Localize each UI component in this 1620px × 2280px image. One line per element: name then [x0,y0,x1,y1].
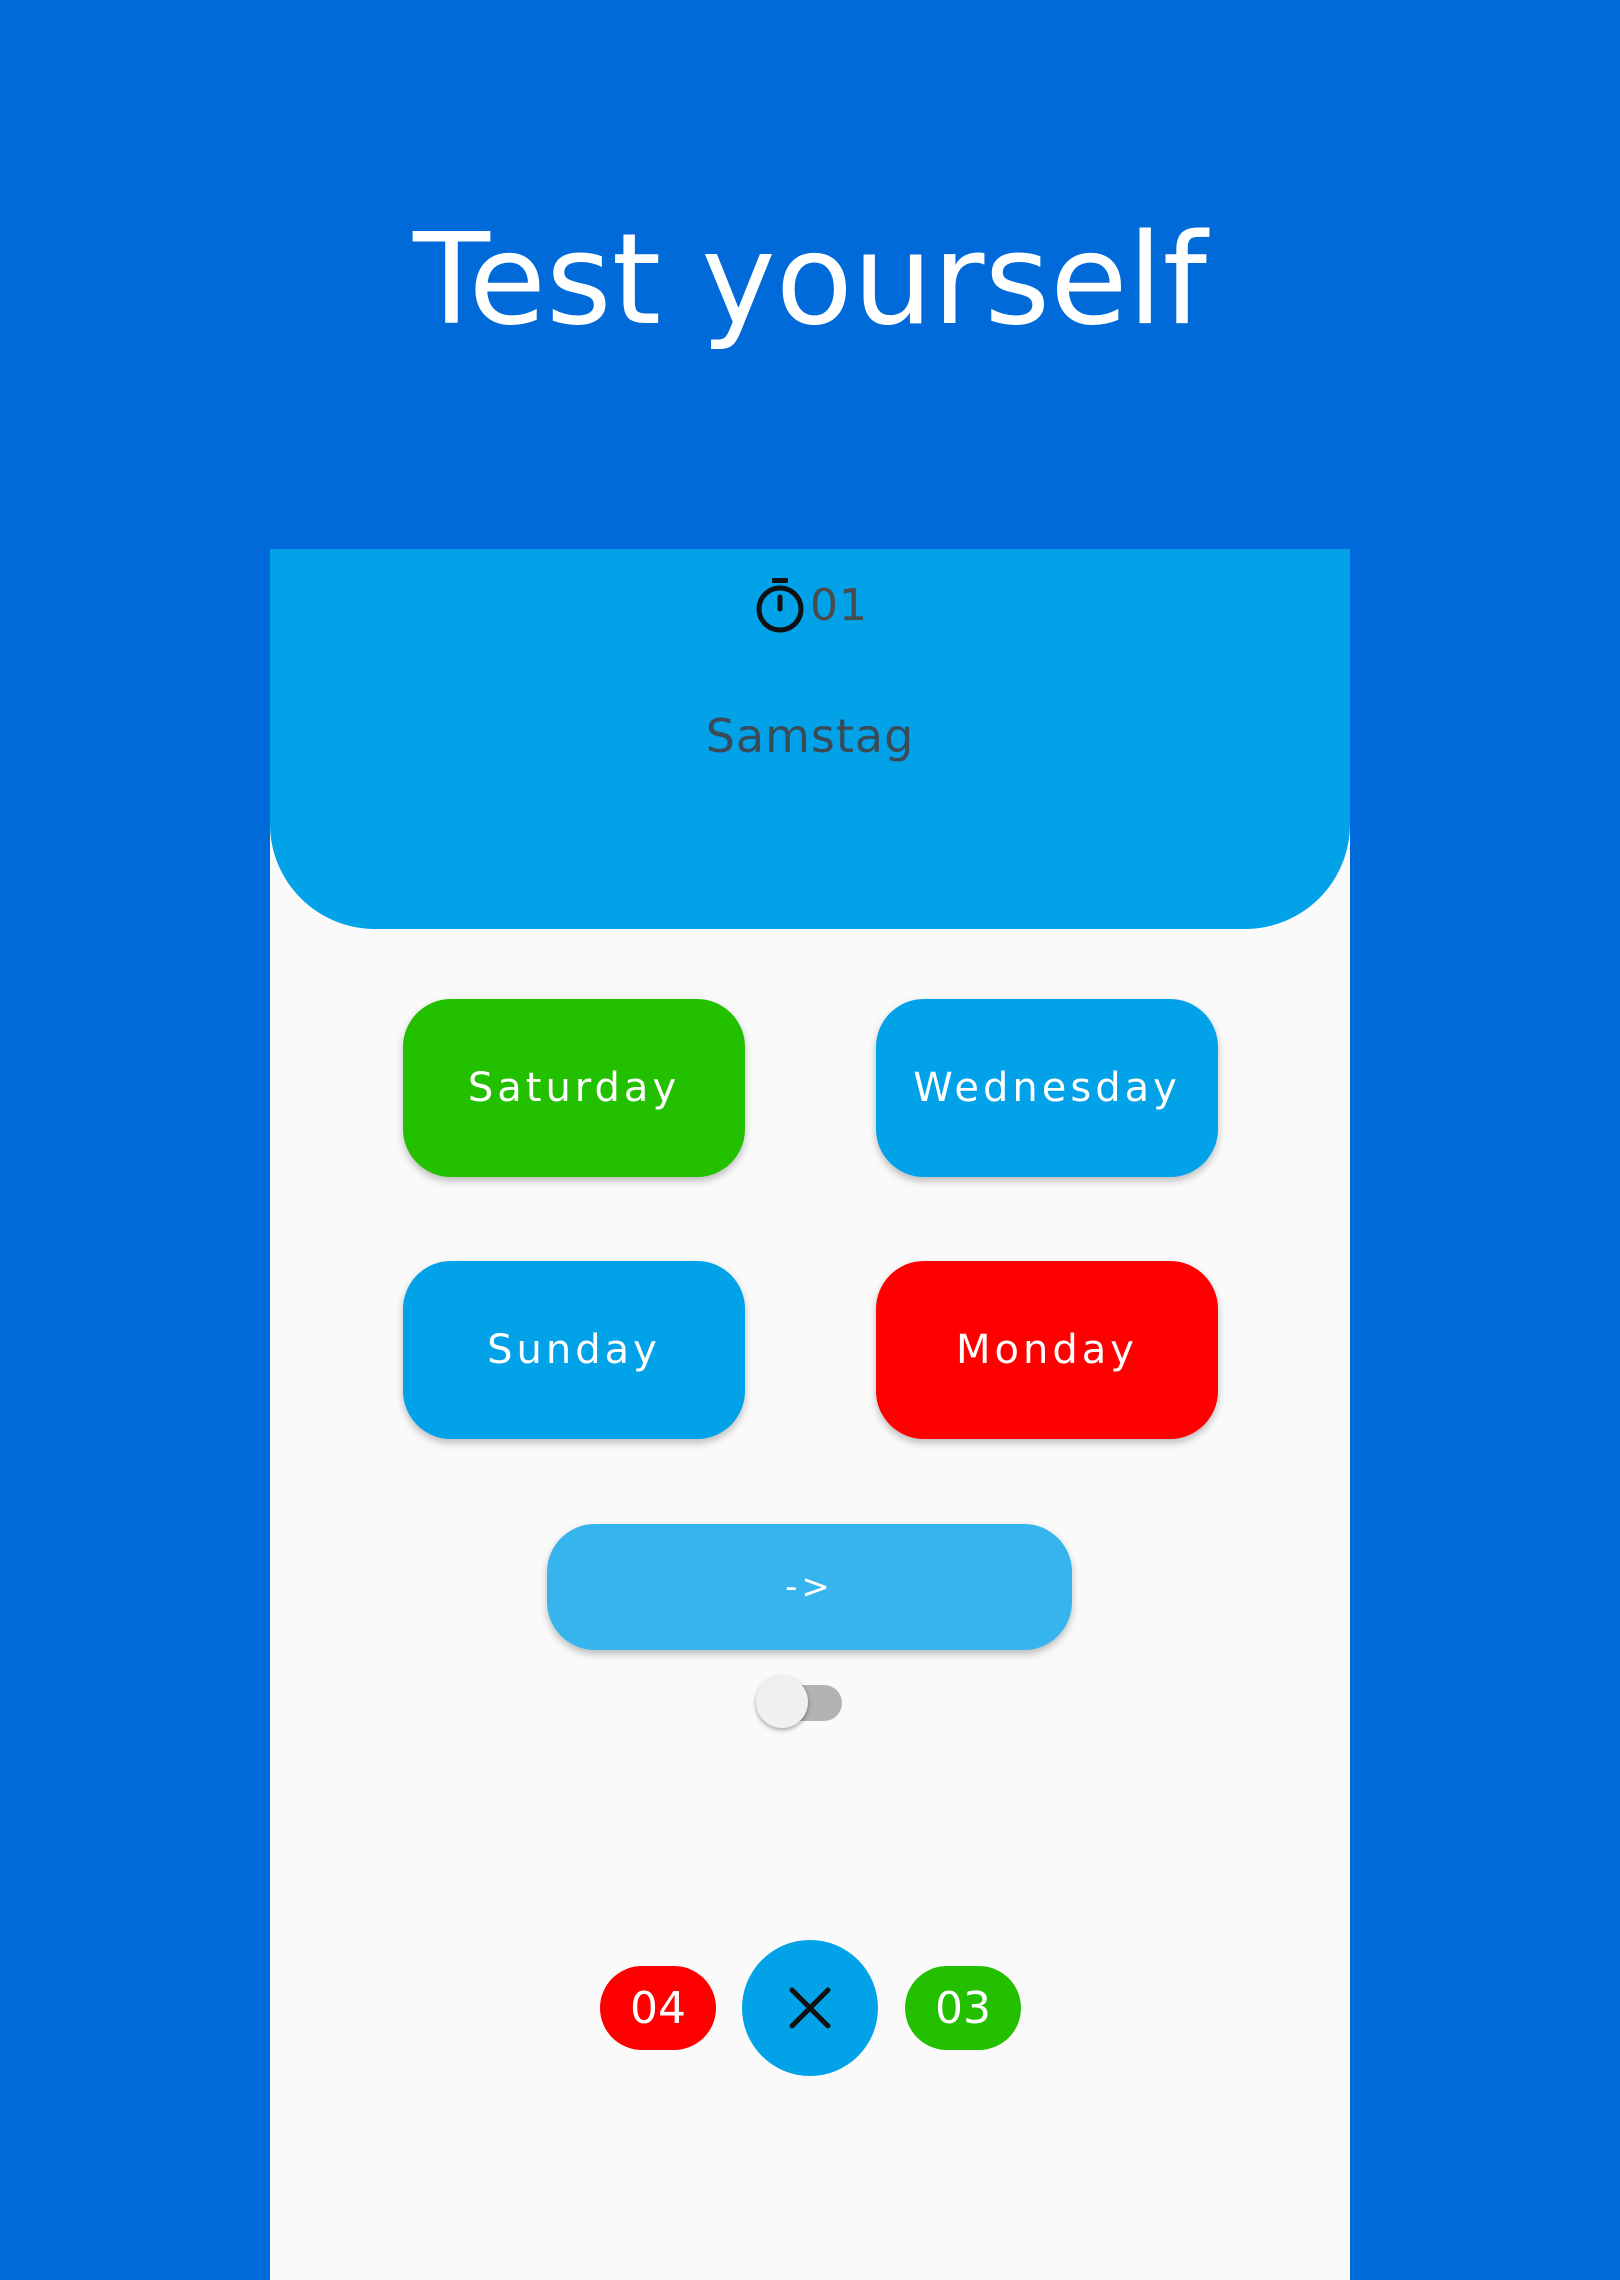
answer-button-sunday[interactable]: Sunday [403,1261,745,1439]
close-quiz-button[interactable] [742,1940,878,2076]
mode-toggle[interactable] [756,1673,846,1729]
timer-value: 01 [810,579,868,631]
toggle-knob [756,1676,808,1728]
correct-count-badge: 03 [905,1966,1021,2050]
answer-button-saturday[interactable]: Saturday [403,999,745,1177]
answer-button-wednesday[interactable]: Wednesday [876,999,1218,1177]
close-icon [789,1987,831,2029]
question-panel: 01 Samstag [270,549,1350,929]
app-screen: 01 Samstag Saturday Wednesday Sunday Mon… [270,549,1350,2280]
stopwatch-icon [756,578,804,633]
question-word: Samstag [705,709,915,763]
next-button[interactable]: -> [547,1524,1072,1650]
wrong-count-badge: 04 [600,1966,716,2050]
answer-button-monday[interactable]: Monday [876,1261,1218,1439]
promo-headline: Test yourself [412,206,1208,353]
timer: 01 [270,575,1350,635]
